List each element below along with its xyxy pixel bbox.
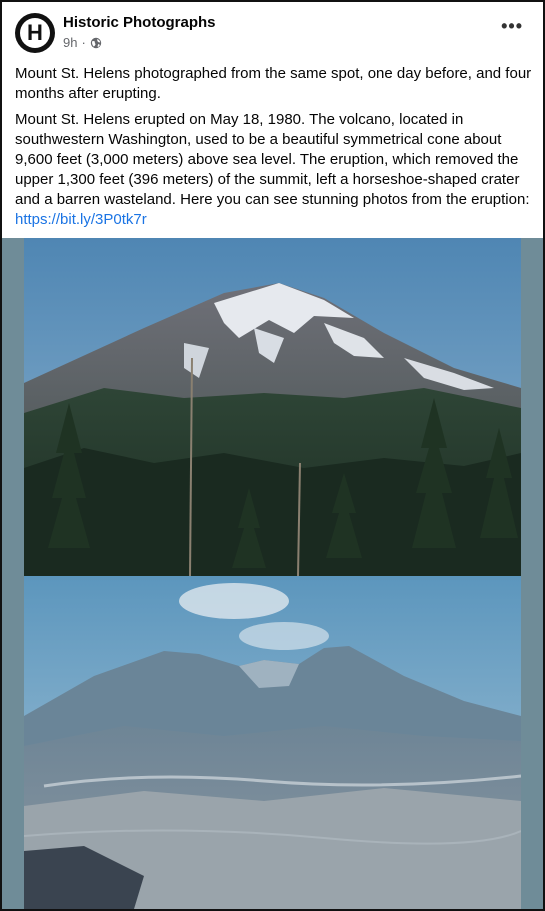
post-header: H Historic Photographs 9h · •••	[2, 2, 543, 60]
photo-after-eruption	[24, 576, 521, 909]
globe-icon	[90, 37, 102, 49]
photo-before-eruption	[24, 238, 521, 576]
post-time[interactable]: 9h	[63, 35, 77, 50]
post-meta: 9h ·	[63, 35, 102, 50]
post-body-text: Mount St. Helens erupted on May 18, 1980…	[15, 111, 530, 208]
avatar-logo-icon: H	[20, 18, 50, 48]
more-options-icon[interactable]: •••	[501, 16, 523, 37]
page-avatar[interactable]: H	[15, 13, 55, 53]
post-body: Mount St. Helens erupted on May 18, 1980…	[15, 110, 535, 230]
page-name[interactable]: Historic Photographs	[63, 14, 216, 31]
separator-dot: ·	[81, 35, 86, 50]
post-photo[interactable]	[2, 238, 543, 909]
post-headline: Mount St. Helens photographed from the s…	[15, 65, 532, 102]
post-card: H Historic Photographs 9h · ••• Mount St…	[0, 0, 545, 911]
photo-border-left	[2, 238, 24, 909]
post-link[interactable]: https://bit.ly/3P0tk7r	[15, 210, 535, 230]
photo-border-right	[521, 238, 543, 909]
